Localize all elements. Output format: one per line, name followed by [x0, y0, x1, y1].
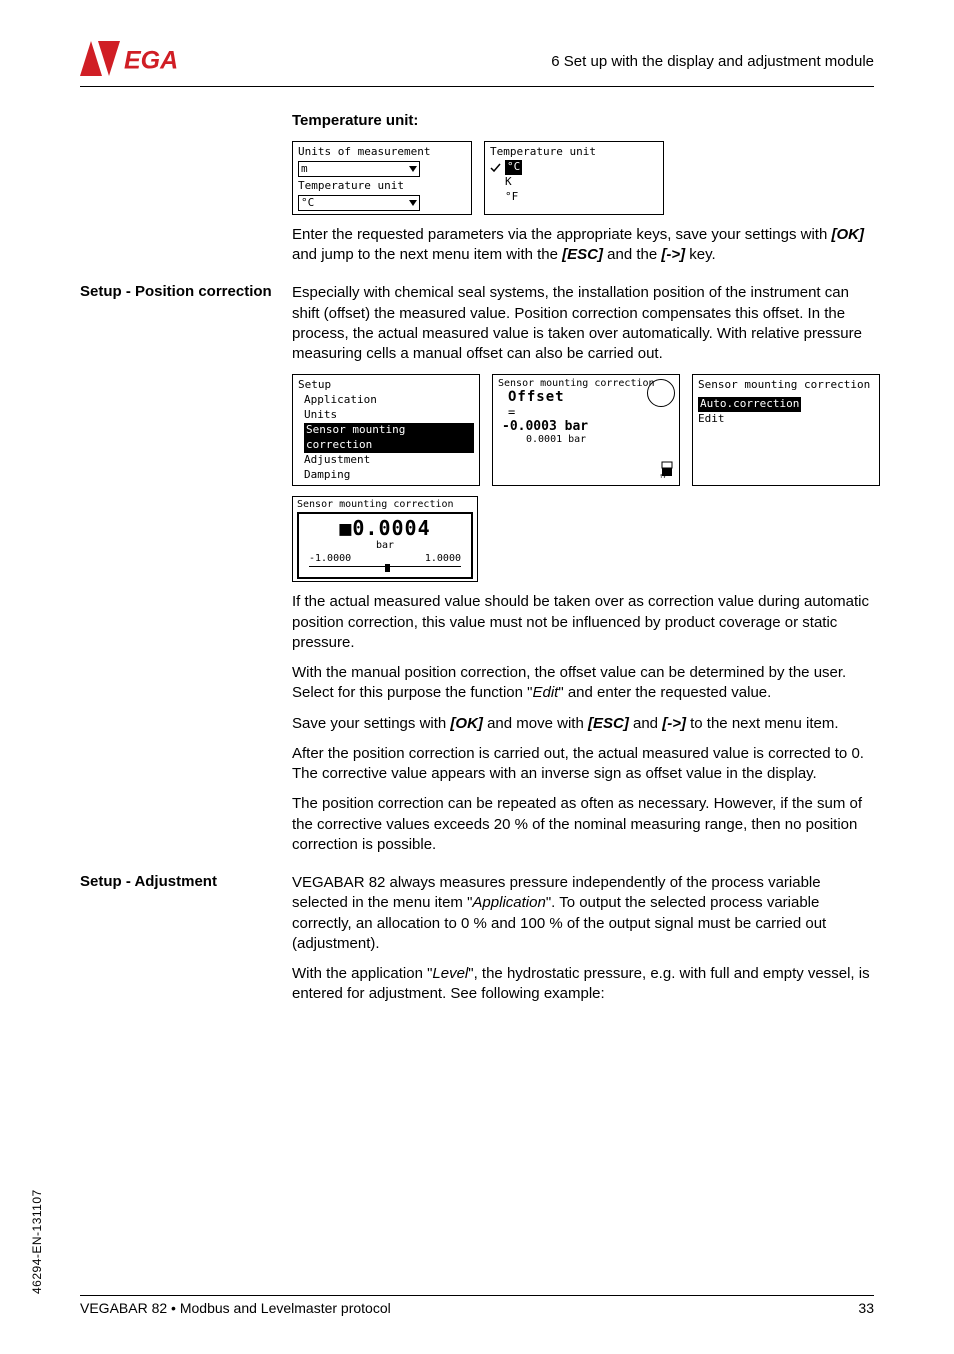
lcd-option-selected[interactable]: °C: [490, 160, 658, 175]
lcd-dropdown-temp[interactable]: °C: [298, 195, 420, 211]
body-text: Especially with chemical seal systems, t…: [292, 283, 880, 364]
lcd-offset-display: Sensor mounting correction Offset = -0.0…: [492, 374, 680, 486]
body-text: The position correction can be repeated …: [292, 794, 880, 855]
page-footer: VEGABAR 82 • Modbus and Levelmaster prot…: [80, 1295, 874, 1316]
lcd-title: Sensor mounting correction: [297, 499, 473, 510]
lcd-offset-sub: 0.0001 bar: [498, 434, 674, 445]
svg-text:EGA: EGA: [124, 47, 178, 75]
header-section-title: 6 Set up with the display and adjustment…: [551, 53, 874, 70]
body-text: With the application "Level", the hydros…: [292, 964, 874, 1005]
sidebar-heading-adjustment: Setup - Adjustment: [80, 873, 292, 890]
footer-left: VEGABAR 82 • Modbus and Levelmaster prot…: [80, 1300, 391, 1316]
page-number: 33: [858, 1300, 874, 1316]
lcd-title: Setup: [298, 378, 474, 393]
body-text: Enter the requested parameters via the a…: [292, 225, 874, 266]
lcd-dropdown-units[interactable]: m: [298, 161, 420, 177]
tank-icon: ↑P: [659, 460, 675, 481]
sidebar-heading-position: Setup - Position correction: [80, 283, 292, 300]
lcd-option[interactable]: K: [490, 175, 658, 190]
temperature-heading: Temperature unit:: [292, 111, 874, 131]
lcd-menu-item[interactable]: Edit: [698, 412, 874, 427]
body-text: Save your settings with [OK] and move wi…: [292, 714, 880, 734]
lcd-label: Units of measurement: [298, 145, 466, 160]
lcd-label: Temperature unit: [298, 179, 466, 194]
lcd-menu-item[interactable]: Application: [298, 393, 474, 408]
lcd-menu-item[interactable]: Adjustment: [298, 453, 474, 468]
lcd-label: Temperature unit: [490, 145, 658, 160]
lcd-field-value: m: [301, 162, 308, 177]
lcd-option[interactable]: °F: [490, 190, 658, 205]
body-text: With the manual position correction, the…: [292, 663, 880, 704]
slider-track-icon: [309, 566, 461, 571]
lcd-setup-menu: Setup Application Units Sensor mounting …: [292, 374, 480, 486]
lcd-title: Sensor mounting correction: [698, 378, 874, 393]
chevron-down-icon: [409, 166, 417, 172]
lcd-offset-value: -0.0003 bar: [498, 419, 674, 434]
lcd-editor-unit: bar: [309, 540, 461, 551]
lcd-editor-value[interactable]: ■0.0004: [309, 516, 461, 540]
lcd-temperature-unit-options: Temperature unit °C K °F: [484, 141, 664, 215]
lcd-menu-item-selected[interactable]: Auto.correction: [698, 397, 874, 412]
lcd-value-editor: Sensor mounting correction ■0.0004 bar -…: [292, 496, 478, 582]
logo: EGA: [80, 40, 190, 82]
lcd-option-label: °C: [505, 160, 522, 175]
lcd-menu-item[interactable]: Units: [298, 408, 474, 423]
lcd-editor-scale: -1.00001.0000: [309, 553, 461, 564]
lcd-menu-item[interactable]: Damping: [298, 468, 474, 483]
body-text: VEGABAR 82 always measures pressure inde…: [292, 873, 874, 954]
page-header: EGA 6 Set up with the display and adjust…: [80, 40, 874, 87]
check-icon: [490, 162, 501, 173]
body-text: After the position correction is carried…: [292, 744, 880, 785]
lcd-equals: =: [498, 405, 674, 419]
lcd-correction-options: Sensor mounting correction Auto.correcti…: [692, 374, 880, 486]
body-text: If the actual measured value should be t…: [292, 592, 880, 653]
vega-logo-icon: EGA: [80, 40, 190, 82]
lcd-units-measurement: Units of measurement m Temperature unit …: [292, 141, 472, 215]
svg-text:↑P: ↑P: [659, 472, 667, 478]
chevron-down-icon: [409, 200, 417, 206]
document-id-vertical: 46294-EN-131107: [30, 1189, 44, 1294]
lcd-field-value: °C: [301, 196, 314, 211]
lcd-menu-item-selected[interactable]: Sensor mounting correction: [298, 423, 474, 453]
